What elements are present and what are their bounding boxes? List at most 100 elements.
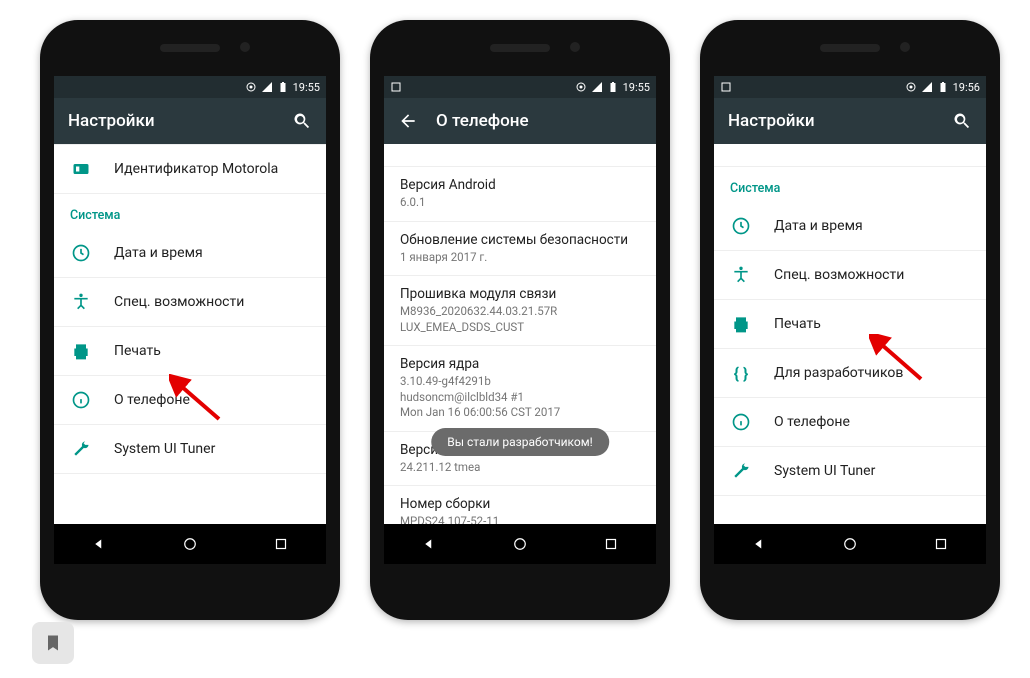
row-title: Версия Android	[400, 177, 640, 193]
app-title: Настройки	[68, 111, 155, 131]
status-time: 19:55	[623, 81, 650, 94]
id-card-icon	[70, 158, 92, 180]
accessibility-icon	[730, 264, 752, 286]
partial-row-top	[714, 144, 986, 167]
nav-home-icon[interactable]	[841, 535, 859, 553]
status-bar: 19:55	[54, 76, 326, 98]
row-sub: 1 января 2017 г.	[400, 250, 640, 266]
row-label: О телефоне	[774, 414, 850, 430]
section-header-system: Система	[714, 167, 986, 202]
row-date-time[interactable]: Дата и время	[714, 202, 986, 251]
battery-icon	[937, 81, 949, 93]
signal-icon	[921, 81, 933, 93]
clock-icon	[730, 215, 752, 237]
settings-list: Система Дата и время Спец. возможности П…	[714, 144, 986, 524]
row-system-ui-tuner[interactable]: System UI Tuner	[714, 447, 986, 496]
row-security-update[interactable]: Обновление системы безопасности 1 января…	[384, 222, 656, 277]
info-icon	[730, 411, 752, 433]
accessibility-icon	[70, 291, 92, 313]
row-label: Дата и время	[114, 245, 203, 261]
phone-mockup-1: 19:55 Настройки Идентификатор Motorola С…	[40, 20, 340, 620]
signal-icon	[591, 81, 603, 93]
wrench-icon	[70, 438, 92, 460]
info-icon	[70, 389, 92, 411]
about-list: Версия Android 6.0.1 Обновление системы …	[384, 144, 656, 524]
target-icon	[245, 81, 257, 93]
nav-back-icon[interactable]	[420, 535, 438, 553]
screen-1: 19:55 Настройки Идентификатор Motorola С…	[54, 76, 326, 564]
app-title: Настройки	[728, 111, 815, 131]
section-header-system: Система	[54, 194, 326, 229]
bookmark-icon	[43, 633, 63, 653]
print-icon	[70, 340, 92, 362]
battery-icon	[277, 81, 289, 93]
row-label: Для разработчиков	[774, 365, 903, 381]
row-label: Печать	[114, 343, 161, 359]
row-about-phone[interactable]: О телефоне	[54, 376, 326, 425]
row-label: Печать	[774, 316, 821, 332]
row-label: System UI Tuner	[114, 441, 215, 457]
nav-bar	[54, 524, 326, 564]
nav-home-icon[interactable]	[511, 535, 529, 553]
clock-icon	[70, 242, 92, 264]
row-title: Прошивка модуля связи	[400, 286, 640, 302]
braces-icon: { }	[730, 362, 752, 384]
target-icon	[905, 81, 917, 93]
row-sub: MPDS24.107-52-11	[400, 514, 640, 524]
nav-home-icon[interactable]	[181, 535, 199, 553]
row-sub: 3.10.49-g4f4291b hudsoncm@ilclbld34 #1 M…	[400, 374, 640, 421]
wrench-icon	[730, 460, 752, 482]
back-arrow-icon[interactable]	[398, 111, 418, 131]
row-label: Идентификатор Motorola	[114, 161, 278, 177]
partial-row-top	[384, 144, 656, 167]
nav-recent-icon[interactable]	[932, 535, 950, 553]
row-sub: 6.0.1	[400, 195, 640, 211]
screen-3: 19:56 Настройки Система Дата и время Спе…	[714, 76, 986, 564]
row-accessibility[interactable]: Спец. возможности	[714, 251, 986, 300]
nav-bar	[384, 524, 656, 564]
search-icon[interactable]	[952, 111, 972, 131]
row-sub: 24.211.12 tmea	[400, 460, 640, 476]
nav-back-icon[interactable]	[90, 535, 108, 553]
row-print[interactable]: Печать	[714, 300, 986, 349]
row-system-ui-tuner[interactable]: System UI Tuner	[54, 425, 326, 474]
signal-icon	[261, 81, 273, 93]
app-bar: О телефоне	[384, 98, 656, 144]
screen-2: 19:55 О телефоне Версия Android 6.0.1 Об…	[384, 76, 656, 564]
row-sub: M8936_2020632.44.03.21.57R LUX_EMEA_DSDS…	[400, 304, 640, 335]
row-baseband[interactable]: Прошивка модуля связи M8936_2020632.44.0…	[384, 276, 656, 346]
battery-icon	[607, 81, 619, 93]
status-bar: 19:55	[384, 76, 656, 98]
row-label: О телефоне	[114, 392, 190, 408]
app-bar: Настройки	[54, 98, 326, 144]
target-icon	[575, 81, 587, 93]
status-bar: 19:56	[714, 76, 986, 98]
phone-mockup-3: 19:56 Настройки Система Дата и время Спе…	[700, 20, 1000, 620]
developer-toast: Вы стали разработчиком!	[431, 428, 609, 456]
search-icon[interactable]	[292, 111, 312, 131]
row-android-version[interactable]: Версия Android 6.0.1	[384, 167, 656, 222]
row-kernel[interactable]: Версия ядра 3.10.49-g4f4291b hudsoncm@il…	[384, 346, 656, 432]
nav-back-icon[interactable]	[750, 535, 768, 553]
app-title: О телефоне	[436, 111, 529, 131]
row-accessibility[interactable]: Спец. возможности	[54, 278, 326, 327]
nav-bar	[714, 524, 986, 564]
row-label: System UI Tuner	[774, 463, 875, 479]
nav-recent-icon[interactable]	[272, 535, 290, 553]
row-developer-options[interactable]: { } Для разработчиков	[714, 349, 986, 398]
row-label: Спец. возможности	[114, 294, 244, 310]
nav-recent-icon[interactable]	[602, 535, 620, 553]
row-motorola-id[interactable]: Идентификатор Motorola	[54, 144, 326, 194]
print-icon	[730, 313, 752, 335]
bookmark-badge[interactable]	[32, 622, 74, 664]
screenshot-icon	[390, 81, 402, 93]
screenshot-icon	[720, 81, 732, 93]
row-date-time[interactable]: Дата и время	[54, 229, 326, 278]
row-title: Номер сборки	[400, 496, 640, 512]
row-about-phone[interactable]: О телефоне	[714, 398, 986, 447]
status-time: 19:55	[293, 81, 320, 94]
phone-mockup-2: 19:55 О телефоне Версия Android 6.0.1 Об…	[370, 20, 670, 620]
row-label: Спец. возможности	[774, 267, 904, 283]
row-print[interactable]: Печать	[54, 327, 326, 376]
row-build-number[interactable]: Номер сборки MPDS24.107-52-11	[384, 486, 656, 524]
